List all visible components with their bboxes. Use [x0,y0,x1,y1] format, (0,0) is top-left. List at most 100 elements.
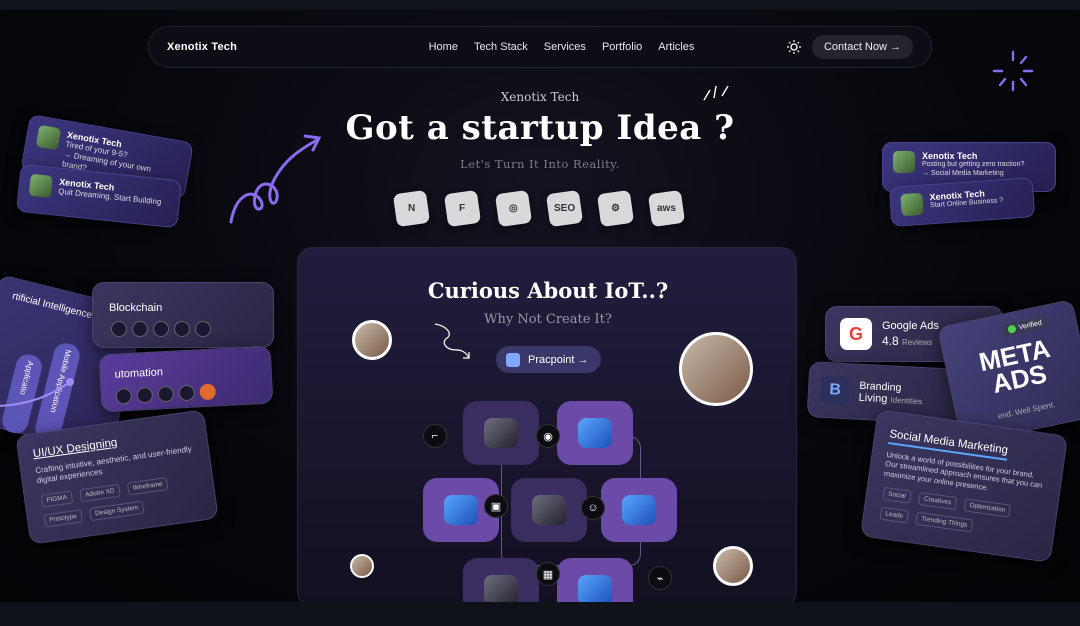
nextjs-icon: N [407,203,416,215]
openai-icon: ◎ [509,203,518,215]
pracpoint-logo-icon [506,352,520,367]
pracpoint-label: Pracpoint → [528,353,589,366]
robot-tile-7[interactable] [557,558,633,602]
automation-title: utomation [114,366,164,381]
robot-image [622,495,656,525]
chip: FIGMA [40,490,73,508]
nav-link-portfolio[interactable]: Portfolio [602,41,642,53]
seo-tile[interactable]: SEO [545,189,584,228]
ring-icon [195,321,211,337]
google-ads-rating: 4.8 [882,334,899,348]
robot-tile-2[interactable] [557,401,633,465]
aws-icon: aws [657,203,676,214]
gear-icon: ⚙ [611,203,620,214]
robot-image [578,418,612,448]
automation-card[interactable]: utomation [98,345,274,413]
nav-links: Home Tech Stack Services Portfolio Artic… [337,41,786,53]
blockchain-title: Blockchain [109,302,163,314]
check-icon [1007,324,1017,334]
chip-icon: ▣ [484,494,508,518]
chip: Adobe XD [79,483,121,503]
branding-logo-icon: B [820,375,850,406]
nav-link-tech-stack[interactable]: Tech Stack [474,41,528,53]
meta-ads-title: META ADS [976,333,1053,400]
sparkle-icon [703,85,729,101]
blockchain-card[interactable]: Blockchain [92,282,274,348]
robot-tile-4[interactable] [511,478,587,542]
blockchain-icons [111,321,216,342]
chip: Wireframe [127,477,169,496]
figma-tile[interactable]: F [443,189,482,228]
smile-icon: ☺ [581,496,605,520]
gear-icon [115,387,133,405]
nav-link-articles[interactable]: Articles [658,41,694,53]
google-ads-title: Google Ads [882,320,939,332]
automation-icons [115,383,221,409]
google-ads-rating-label: Reviews [902,338,933,347]
card-name: Xenotix Tech [922,151,978,161]
nav-link-services[interactable]: Services [544,41,586,53]
nextjs-tile[interactable]: N [392,189,431,228]
avatar [713,546,753,586]
navbar: Xenotix Tech Home Tech Stack Services Po… [148,26,932,68]
signal-icon: ◉ [536,424,560,448]
token-icon [153,321,169,337]
figma-icon: F [459,203,466,215]
top-strip [0,0,1080,10]
sun-icon[interactable] [786,39,802,55]
pracpoint-button[interactable]: Pracpoint → [496,346,601,373]
robot-tile-1[interactable] [463,401,539,465]
robot-image [484,575,518,602]
vr-icon: ⌐ [423,424,447,448]
contact-now-button[interactable]: Contact Now → [811,35,913,59]
avatar [35,124,62,151]
robot-image [532,495,566,525]
branding-sub2: Identities [890,395,923,407]
chip: Creatives [918,492,958,511]
robot-image [578,575,612,602]
chip: Prototype [43,509,83,528]
robot-tile-5[interactable] [601,478,677,542]
avatar [352,320,392,360]
chip: Leads [879,506,909,524]
wallet-icon [174,321,190,337]
verified-label: Verified [1018,319,1043,332]
curve-line-icon [0,378,74,407]
link-icon [178,384,196,402]
ai-card-title: rtificial Intelligence [11,290,94,322]
robot-image [444,495,478,525]
eth-icon [111,321,127,337]
testimonial-card-right-2: Xenotix Tech Start Online Business ? [888,177,1036,227]
avatar [893,151,915,173]
chip: Trending Things [915,511,974,533]
flow-icon [136,386,154,404]
squiggle-arrow-icon [434,323,470,359]
settings-tile[interactable]: ⚙ [596,189,635,228]
seo-icon: SEO [553,203,576,214]
avatar [900,192,924,217]
aws-tile[interactable]: aws [647,189,686,228]
bot-icon [157,385,175,403]
iot-title: Curious About IoT..? [427,278,669,303]
loader-icon [992,50,1034,92]
bottom-strip [0,602,1080,626]
chip: Design System [89,500,145,522]
robot-tile-6[interactable] [463,558,539,602]
card-text: Posting but getting zero traction? → Soc… [922,161,1025,177]
avatar [679,332,753,406]
chatgpt-tile[interactable]: ◎ [494,189,533,228]
zap-icon [199,383,217,401]
curly-arrow-icon [229,134,322,224]
cpu-icon: ▦ [536,562,560,586]
avatar [350,554,374,578]
smm-card[interactable]: Social Media Marketing Unlock a world of… [860,409,1068,563]
google-icon: G [840,318,872,350]
nav-link-home[interactable]: Home [429,41,458,53]
tech-stack-row: N F ◎ SEO ⚙ aws [392,189,686,228]
chip: Optimization [963,498,1012,518]
branding-sub: Living [858,391,888,406]
landing-page: Xenotix Tech Home Tech Stack Services Po… [0,10,1080,602]
chip: Social [882,487,912,504]
coin-icon [132,321,148,337]
hero-eyebrow: Xenotix Tech [500,90,580,104]
